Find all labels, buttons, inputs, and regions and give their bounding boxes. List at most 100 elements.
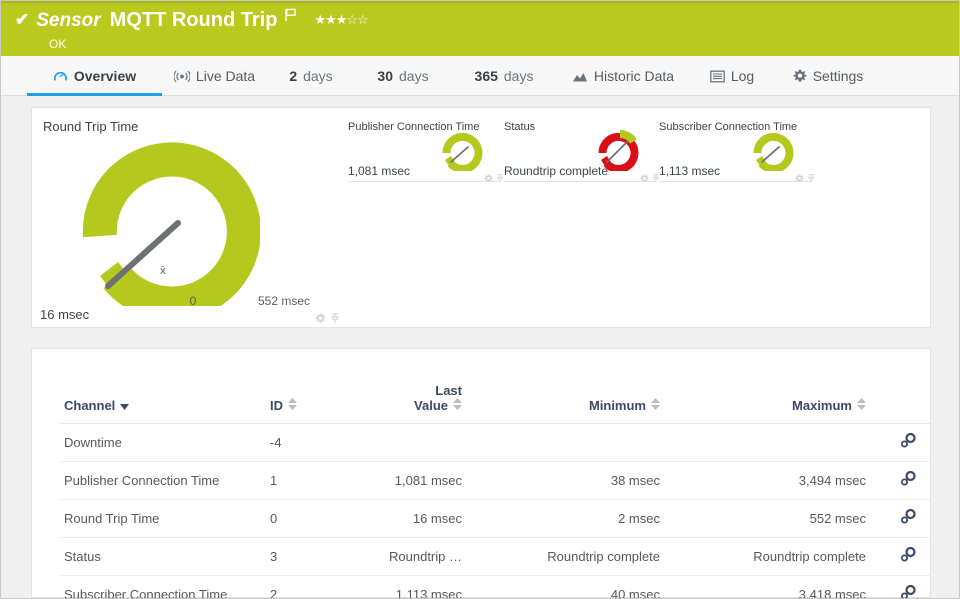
gauge-scale-min: 0	[173, 294, 213, 308]
status-check-icon: ✔	[15, 9, 29, 31]
cell-last-value: 1,113 msec	[348, 576, 476, 599]
cell-actions[interactable]	[884, 538, 932, 576]
round-trip-time-gauge[interactable]: x̄ 0 552 msec 16 msec	[32, 108, 344, 327]
flag-icon[interactable]	[285, 8, 297, 27]
tab-historic-data[interactable]: Historic Data	[557, 56, 689, 96]
column-header-id-label: ID	[270, 398, 283, 413]
tab-2-days-number: 2	[289, 68, 297, 84]
cell-minimum: 2 msec	[476, 500, 676, 538]
gauge-panel: Round Trip Time x̄ 0 552 msec 16 msec	[31, 107, 931, 328]
settings-gears-icon[interactable]	[899, 589, 917, 599]
mini-gauge-tools	[484, 170, 504, 188]
cell-id: 2	[270, 576, 348, 599]
gear-icon[interactable]	[640, 170, 649, 188]
cell-actions[interactable]	[884, 576, 932, 599]
column-header-channel-label: Channel	[64, 398, 115, 413]
cell-minimum: 38 msec	[476, 462, 676, 500]
tab-365-days[interactable]: 365 days	[451, 56, 557, 96]
cell-actions[interactable]	[884, 462, 932, 500]
mini-gauge-value: Roundtrip complete	[504, 164, 608, 178]
tab-settings[interactable]: Settings	[775, 56, 881, 96]
big-gauge-graphic	[60, 126, 260, 306]
settings-gears-icon[interactable]	[899, 551, 917, 566]
tab-log[interactable]: Log	[689, 56, 775, 96]
pin-icon[interactable]	[807, 170, 815, 188]
mini-gauge-value: 1,081 msec	[348, 164, 410, 178]
sort-toggle-icon	[453, 398, 462, 413]
cell-last-value: 1,081 msec	[348, 462, 476, 500]
subscriber-connection-time-gauge[interactable]: Subscriber Connection Time 1,113 msec	[657, 119, 811, 181]
sensor-status-text: OK	[49, 37, 959, 51]
area-chart-icon	[572, 70, 588, 83]
mini-gauge-graphic	[440, 129, 488, 171]
tab-settings-label: Settings	[813, 68, 864, 84]
tab-bar: Overview Live Data 2 days	[1, 56, 959, 96]
tab-overview[interactable]: Overview	[27, 56, 162, 96]
sort-toggle-icon	[288, 398, 297, 413]
cell-id: 3	[270, 538, 348, 576]
gear-icon	[793, 69, 807, 83]
column-header-actions	[884, 383, 932, 424]
table-row[interactable]: Status 3 Roundtrip … Roundtrip complete …	[60, 538, 932, 576]
channels-panel: Channel ID	[31, 348, 931, 598]
column-header-maximum-label: Maximum	[792, 398, 852, 413]
cell-minimum: Roundtrip complete	[476, 538, 676, 576]
settings-gears-icon[interactable]	[899, 513, 917, 528]
cell-last-value: Roundtrip …	[348, 538, 476, 576]
cell-id: 0	[270, 500, 348, 538]
table-row[interactable]: Downtime -4	[60, 424, 932, 462]
tab-365-days-number: 365	[475, 68, 498, 84]
column-header-minimum-label: Minimum	[589, 398, 646, 413]
settings-gears-icon[interactable]	[899, 437, 917, 452]
column-header-last-value[interactable]: Last Value	[348, 383, 476, 424]
tab-365-days-word: days	[504, 68, 534, 84]
column-header-maximum[interactable]: Maximum	[676, 383, 884, 424]
status-gauge[interactable]: Status Roundtrip complete	[502, 119, 656, 181]
prtg-sensor-page: ✔ Sensor MQTT Round Trip ★★★☆☆ OK	[0, 0, 960, 599]
tab-30-days[interactable]: 30 days	[355, 56, 451, 96]
gear-icon[interactable]	[795, 170, 804, 188]
sensor-header: ✔ Sensor MQTT Round Trip ★★★☆☆ OK	[1, 1, 959, 56]
column-header-minimum[interactable]: Minimum	[476, 383, 676, 424]
cell-channel: Subscriber Connection Time	[60, 576, 270, 599]
tab-overview-label: Overview	[74, 68, 136, 84]
cell-channel: Downtime	[60, 424, 270, 462]
tab-live-data-label: Live Data	[196, 68, 255, 84]
cell-maximum: Roundtrip complete	[676, 538, 884, 576]
cell-actions[interactable]	[884, 424, 932, 462]
cell-channel: Round Trip Time	[60, 500, 270, 538]
mini-gauge-graphic	[751, 129, 799, 171]
publisher-connection-time-gauge[interactable]: Publisher Connection Time 1,081 msec	[346, 119, 500, 181]
tab-2-days[interactable]: 2 days	[267, 56, 355, 96]
tab-live-data[interactable]: Live Data	[162, 56, 267, 96]
channels-table: Channel ID	[60, 383, 932, 599]
tab-2-days-word: days	[303, 68, 333, 84]
cell-maximum: 3,494 msec	[676, 462, 884, 500]
cell-maximum	[676, 424, 884, 462]
gauge-icon	[53, 69, 68, 84]
priority-stars[interactable]: ★★★☆☆	[314, 10, 367, 30]
table-row[interactable]: Publisher Connection Time 1 1,081 msec 3…	[60, 462, 932, 500]
mini-gauge-divider	[504, 181, 656, 182]
cell-id: -4	[270, 424, 348, 462]
table-header-row: Channel ID	[60, 383, 932, 424]
cell-actions[interactable]	[884, 500, 932, 538]
tab-historic-data-label: Historic Data	[594, 68, 674, 84]
page-title: MQTT Round Trip	[110, 9, 278, 32]
column-header-channel[interactable]: Channel	[60, 383, 270, 424]
table-row[interactable]: Round Trip Time 0 16 msec 2 msec 552 mse…	[60, 500, 932, 538]
column-header-id[interactable]: ID	[270, 383, 348, 424]
cell-minimum	[476, 424, 676, 462]
big-gauge-divider	[40, 327, 345, 328]
mini-gauge-divider	[348, 181, 500, 182]
mini-gauge-title: Status	[504, 121, 535, 133]
cell-minimum: 40 msec	[476, 576, 676, 599]
cell-id: 1	[270, 462, 348, 500]
cell-maximum: 552 msec	[676, 500, 884, 538]
cell-maximum: 3,418 msec	[676, 576, 884, 599]
settings-gears-icon[interactable]	[899, 475, 917, 490]
sort-toggle-icon	[651, 398, 660, 413]
table-row[interactable]: Subscriber Connection Time 2 1,113 msec …	[60, 576, 932, 599]
gear-icon[interactable]	[484, 170, 493, 188]
gauge-scale-max: 552 msec	[258, 294, 310, 308]
